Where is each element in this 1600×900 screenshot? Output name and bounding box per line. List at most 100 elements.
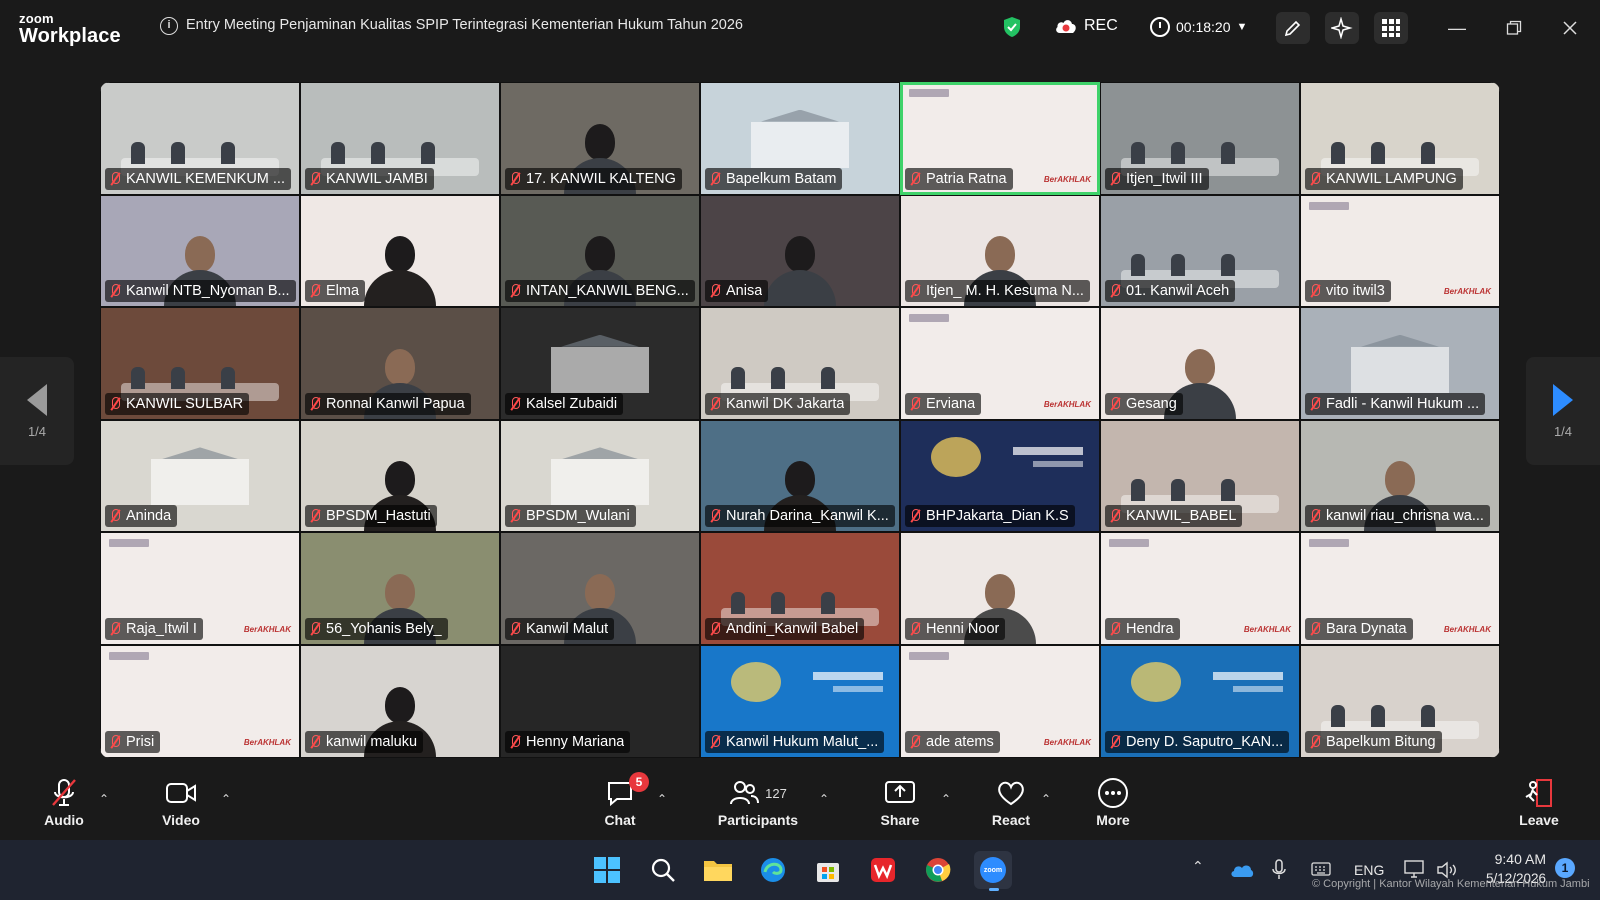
participant-tile[interactable]: Henni Noor xyxy=(900,532,1100,645)
participant-tile[interactable]: BPSDM_Wulani xyxy=(500,419,700,533)
muted-mic-icon xyxy=(1309,509,1321,523)
participant-tile[interactable]: kanwil riau_chrisna wa... xyxy=(1300,419,1500,533)
participant-tile[interactable]: Andini_Kanwil Babel xyxy=(700,532,900,645)
participant-name-tag: 01. Kanwil Aceh xyxy=(1105,280,1236,303)
zoom-taskbar-button[interactable]: zoom xyxy=(974,851,1012,891)
participant-tile[interactable]: Itjen_Itwil III xyxy=(1100,82,1300,195)
room-person xyxy=(1371,141,1385,164)
participant-tile[interactable]: 56_Yohanis Bely_ xyxy=(300,532,500,645)
recording-indicator[interactable]: REC xyxy=(1054,17,1118,35)
slide-logo-strip xyxy=(1309,539,1349,548)
muted-mic-icon xyxy=(1109,171,1121,186)
participant-name-tag: Erviana xyxy=(905,392,982,415)
participant-tile[interactable]: Henny Mariana xyxy=(500,644,700,758)
participant-tile[interactable]: BHPJakarta_Dian K.S xyxy=(900,419,1100,533)
participant-tile[interactable]: Deny D. Saputro_KAN... xyxy=(1100,644,1300,758)
participant-tile[interactable]: BerAKHLAK Prisi xyxy=(100,644,300,758)
react-options-caret[interactable]: ⌃ xyxy=(1040,792,1052,806)
search-button[interactable] xyxy=(644,851,682,889)
muted-mic-icon xyxy=(709,734,721,749)
network-icon[interactable] xyxy=(1404,859,1426,879)
participant-tile[interactable]: BerAKHLAK Patria Ratna xyxy=(900,82,1100,195)
edge-icon xyxy=(761,858,785,882)
participant-tile[interactable]: kanwil maluku xyxy=(300,644,500,758)
chrome-button[interactable] xyxy=(919,851,957,889)
onedrive-icon[interactable] xyxy=(1230,862,1254,878)
participant-tile[interactable]: BerAKHLAK ade atems xyxy=(900,644,1100,758)
chat-options-caret[interactable]: ⌃ xyxy=(656,792,668,806)
participant-tile[interactable]: Gesang xyxy=(1100,307,1300,420)
volume-icon[interactable] xyxy=(1436,860,1458,880)
participant-tile[interactable]: Aninda xyxy=(100,419,300,533)
video-button[interactable]: Video xyxy=(141,776,221,828)
participant-tile[interactable]: Kanwil Hukum Malut_... xyxy=(700,644,900,758)
wps-office-button[interactable] xyxy=(864,851,902,889)
audio-label: Audio xyxy=(44,812,84,828)
participant-tile[interactable]: Elma xyxy=(300,194,500,308)
react-button[interactable]: React xyxy=(971,776,1051,828)
participant-tile[interactable]: BerAKHLAK Raja_Itwil I xyxy=(100,532,300,645)
participant-tile[interactable]: BerAKHLAK Erviana xyxy=(900,307,1100,420)
participant-tile[interactable]: Kanwil NTB_Nyoman B... xyxy=(100,194,300,308)
store-button[interactable] xyxy=(809,851,847,889)
participant-tile[interactable]: KANWIL JAMBI xyxy=(300,82,500,195)
ai-companion-button[interactable] xyxy=(1325,12,1359,44)
participant-tile[interactable]: BerAKHLAK Hendra xyxy=(1100,532,1300,645)
share-button[interactable]: Share xyxy=(860,776,940,828)
participant-tile[interactable]: BerAKHLAK vito itwil3 xyxy=(1300,194,1500,308)
meeting-timer[interactable]: 00:18:20 ▼ xyxy=(1150,17,1247,37)
participant-tile[interactable]: Ronnal Kanwil Papua xyxy=(300,307,500,420)
muted-mic-icon xyxy=(509,284,521,298)
participant-tile[interactable]: Itjen_ M. H. Kesuma N... xyxy=(900,194,1100,308)
input-language[interactable]: ENG xyxy=(1354,862,1384,878)
participants-button[interactable]: 127 Participants xyxy=(708,776,808,828)
room-person xyxy=(821,591,835,614)
edge-browser-button[interactable] xyxy=(754,851,792,889)
keyboard-icon[interactable] xyxy=(1311,861,1331,877)
next-page-button[interactable]: 1/4 xyxy=(1526,357,1600,465)
previous-page-button[interactable]: 1/4 xyxy=(0,357,74,465)
video-options-caret[interactable]: ⌃ xyxy=(220,792,232,806)
participant-tile[interactable]: Fadli - Kanwil Hukum ... xyxy=(1300,307,1500,420)
participant-tile[interactable]: KANWIL KEMENKUM ... xyxy=(100,82,300,195)
microphone-tray-icon[interactable] xyxy=(1272,859,1286,881)
participant-tile[interactable]: Bapelkum Batam xyxy=(700,82,900,195)
participant-tile[interactable]: 17. KANWIL KALTENG xyxy=(500,82,700,195)
participant-tile[interactable]: BPSDM_Hastuti xyxy=(300,419,500,533)
participant-tile[interactable]: KANWIL_BABEL xyxy=(1100,419,1300,533)
start-button[interactable] xyxy=(588,851,626,889)
leave-button[interactable]: Leave xyxy=(1499,776,1579,828)
restore-button[interactable] xyxy=(1499,14,1529,42)
participant-tile[interactable]: Bapelkum Bitung xyxy=(1300,644,1500,758)
participant-tile[interactable]: Kanwil DK Jakarta xyxy=(700,307,900,420)
more-button[interactable]: More xyxy=(1073,776,1153,828)
participant-name-tag: 17. KANWIL KALTENG xyxy=(505,167,682,190)
room-person xyxy=(1331,141,1345,164)
participants-count: 127 xyxy=(765,785,787,801)
participant-tile[interactable]: KANWIL LAMPUNG xyxy=(1300,82,1500,195)
participant-tile[interactable]: KANWIL SULBAR xyxy=(100,307,300,420)
participant-tile[interactable]: INTAN_KANWIL BENG... xyxy=(500,194,700,308)
chat-button[interactable]: 5 Chat xyxy=(580,772,660,828)
participant-tile[interactable]: Kanwil Malut xyxy=(500,532,700,645)
audio-button[interactable]: Audio xyxy=(24,776,104,828)
participant-tile[interactable]: 01. Kanwil Aceh xyxy=(1100,194,1300,308)
participants-options-caret[interactable]: ⌃ xyxy=(818,792,830,806)
share-options-caret[interactable]: ⌃ xyxy=(940,792,952,806)
annotate-button[interactable] xyxy=(1276,12,1310,44)
close-button[interactable] xyxy=(1555,14,1585,42)
apps-button[interactable] xyxy=(1374,12,1408,44)
file-explorer-button[interactable] xyxy=(699,851,737,889)
participant-tile[interactable]: Kalsel Zubaidi xyxy=(500,307,700,420)
notification-badge[interactable]: 1 xyxy=(1555,858,1575,878)
info-icon[interactable]: i xyxy=(160,17,178,35)
participant-tile[interactable]: BerAKHLAK Bara Dynata xyxy=(1300,532,1500,645)
clock-time[interactable]: 9:40 AM xyxy=(1478,851,1546,867)
participant-tile[interactable]: Nurah Darina_Kanwil K... xyxy=(700,419,900,533)
participant-tile[interactable]: Anisa xyxy=(700,194,900,308)
audio-options-caret[interactable]: ⌃ xyxy=(98,792,110,806)
encryption-shield-icon[interactable] xyxy=(1002,16,1022,38)
tray-overflow-chevron-icon[interactable]: ⌃ xyxy=(1192,858,1204,875)
folder-icon xyxy=(704,861,732,881)
minimize-button[interactable]: — xyxy=(1442,14,1472,42)
